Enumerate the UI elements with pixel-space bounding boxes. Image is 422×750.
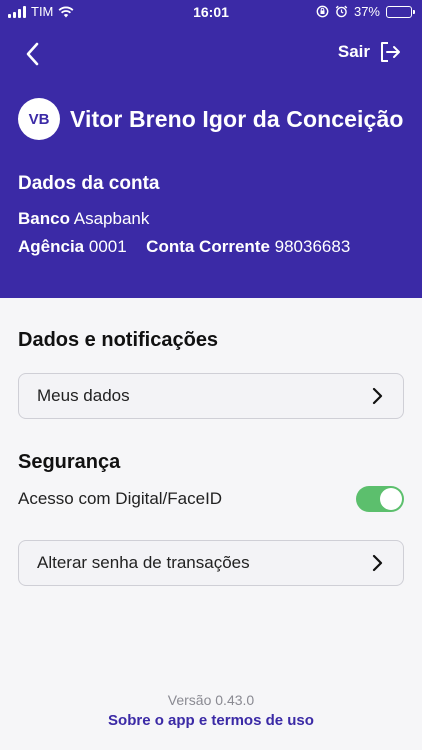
chevron-right-icon xyxy=(372,554,383,572)
bank-label: Banco xyxy=(18,209,70,228)
about-link[interactable]: Sobre o app e termos de uso xyxy=(0,712,422,729)
logout-button[interactable]: Sair xyxy=(338,40,402,64)
account-label: Conta Corrente xyxy=(146,237,270,256)
biometric-toggle[interactable] xyxy=(356,486,404,512)
bank-value: Asapbank xyxy=(73,209,150,228)
account-value: 98036683 xyxy=(274,237,351,256)
logout-label: Sair xyxy=(337,42,370,61)
app-version: Versão 0.43.0 xyxy=(167,692,255,708)
toggle-knob xyxy=(380,488,402,510)
status-right: 37% xyxy=(316,4,415,19)
biometric-label: Acesso com Digital/FaceID xyxy=(18,489,223,508)
battery-percent: 37% xyxy=(353,4,380,19)
back-icon[interactable] xyxy=(20,40,46,68)
agency-account-line: Agência 0001 Conta Corrente 98036683 xyxy=(18,237,350,257)
battery-icon xyxy=(386,5,415,18)
user-row: VB Vitor Breno Igor da Conceição xyxy=(18,98,403,140)
avatar: VB xyxy=(18,98,60,140)
bank-line: Banco Asapbank xyxy=(18,209,149,229)
account-details-title: Dados da conta xyxy=(18,173,160,194)
chevron-right-icon xyxy=(372,387,383,405)
orientation-lock-icon xyxy=(316,5,329,18)
status-bar: TIM 16:01 37% xyxy=(0,0,422,26)
agency-value: 0001 xyxy=(88,237,127,256)
change-password-label: Alterar senha de transações xyxy=(37,553,250,572)
my-data-button[interactable]: Meus dados xyxy=(18,373,404,419)
user-name: Vitor Breno Igor da Conceição xyxy=(70,105,404,132)
logout-icon xyxy=(381,42,400,62)
agency-label: Agência xyxy=(18,237,85,256)
biometric-row: Acesso com Digital/FaceID xyxy=(18,486,404,512)
data-notifications-title: Dados e notificações xyxy=(18,329,219,351)
security-title: Segurança xyxy=(18,451,121,473)
change-password-button[interactable]: Alterar senha de transações xyxy=(18,540,404,586)
my-data-label: Meus dados xyxy=(37,386,130,405)
alarm-icon xyxy=(335,5,348,18)
account-header: TIM 16:01 37% Sair VB Vitor Breno Igor d… xyxy=(0,0,422,298)
